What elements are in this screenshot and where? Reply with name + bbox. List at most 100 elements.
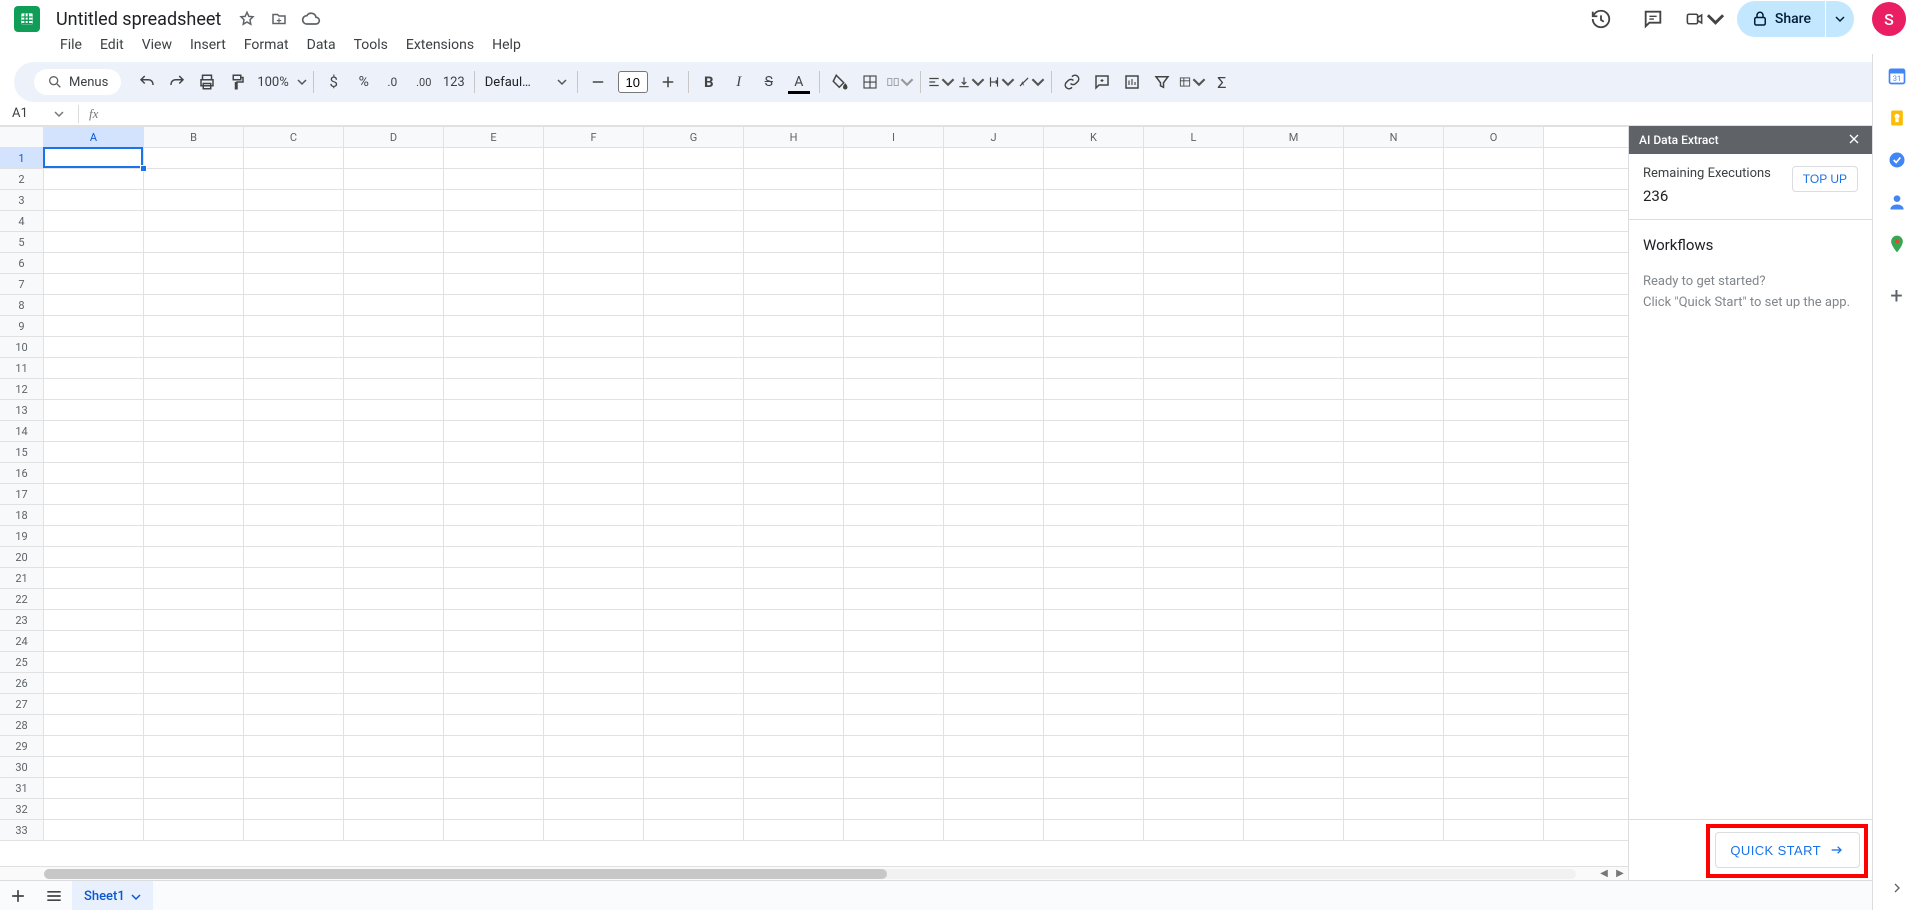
cell[interactable]: [144, 211, 244, 231]
cell[interactable]: [1044, 463, 1144, 483]
cell[interactable]: [244, 400, 344, 420]
cell[interactable]: [944, 547, 1044, 567]
cell[interactable]: [844, 169, 944, 189]
cell[interactable]: [344, 337, 444, 357]
cell[interactable]: [444, 505, 544, 525]
cell[interactable]: [444, 631, 544, 651]
cell[interactable]: [1444, 316, 1544, 336]
cell[interactable]: [1444, 505, 1544, 525]
cell[interactable]: [444, 421, 544, 441]
cell[interactable]: [44, 652, 144, 672]
cell[interactable]: [1044, 526, 1144, 546]
cell[interactable]: [644, 526, 744, 546]
share-dropdown[interactable]: [1826, 1, 1854, 37]
cell[interactable]: [444, 400, 544, 420]
cell[interactable]: [544, 799, 644, 819]
cell[interactable]: [1444, 232, 1544, 252]
cell[interactable]: [1344, 736, 1444, 756]
cell[interactable]: [1244, 169, 1344, 189]
cell[interactable]: [1144, 463, 1244, 483]
cell[interactable]: [844, 379, 944, 399]
cell[interactable]: [144, 589, 244, 609]
cell[interactable]: [44, 526, 144, 546]
cell[interactable]: [444, 232, 544, 252]
formula-input[interactable]: [102, 106, 1920, 121]
cell[interactable]: [1444, 757, 1544, 777]
cell[interactable]: [1344, 757, 1444, 777]
row-header[interactable]: 3: [0, 190, 44, 210]
cell[interactable]: [644, 337, 744, 357]
cell[interactable]: [744, 337, 844, 357]
comment-button[interactable]: [1088, 68, 1116, 96]
row-header[interactable]: 12: [0, 379, 44, 399]
font-size-input[interactable]: [618, 71, 648, 93]
row-header[interactable]: 5: [0, 232, 44, 252]
cell[interactable]: [644, 190, 744, 210]
cell[interactable]: [644, 757, 744, 777]
cell[interactable]: [44, 232, 144, 252]
cell[interactable]: [1044, 610, 1144, 630]
cell[interactable]: [1444, 568, 1544, 588]
cell[interactable]: [44, 274, 144, 294]
rotate-button[interactable]: A: [1017, 68, 1045, 96]
cloud-icon[interactable]: [301, 9, 321, 29]
cell[interactable]: [1344, 799, 1444, 819]
cell[interactable]: [644, 316, 744, 336]
cell[interactable]: [544, 379, 644, 399]
scroll-left-button[interactable]: ◀: [1596, 868, 1612, 879]
cell[interactable]: [1244, 778, 1344, 798]
cell[interactable]: [1144, 358, 1244, 378]
row-header[interactable]: 20: [0, 547, 44, 567]
cell[interactable]: [244, 694, 344, 714]
cell[interactable]: [1044, 316, 1144, 336]
cell[interactable]: [1144, 337, 1244, 357]
cell[interactable]: [1244, 526, 1344, 546]
cell[interactable]: [1444, 421, 1544, 441]
cell[interactable]: [1244, 337, 1344, 357]
name-box[interactable]: A1: [8, 106, 72, 121]
cell[interactable]: [1144, 232, 1244, 252]
cell[interactable]: [144, 421, 244, 441]
cell[interactable]: [44, 778, 144, 798]
col-header-D[interactable]: D: [344, 127, 444, 147]
cell[interactable]: [1244, 295, 1344, 315]
cell[interactable]: [844, 337, 944, 357]
cell[interactable]: [1144, 820, 1244, 840]
print-button[interactable]: [193, 68, 221, 96]
cell[interactable]: [644, 820, 744, 840]
cell[interactable]: [144, 526, 244, 546]
cell[interactable]: [744, 778, 844, 798]
cell[interactable]: [1344, 253, 1444, 273]
cell[interactable]: [944, 778, 1044, 798]
cell[interactable]: [1044, 211, 1144, 231]
cell[interactable]: [44, 463, 144, 483]
cell[interactable]: [1444, 547, 1544, 567]
cell[interactable]: [1344, 337, 1444, 357]
cell[interactable]: [344, 316, 444, 336]
cell[interactable]: [44, 190, 144, 210]
row-header[interactable]: 24: [0, 631, 44, 651]
row-header[interactable]: 21: [0, 568, 44, 588]
cell[interactable]: [944, 568, 1044, 588]
cell[interactable]: [1344, 358, 1444, 378]
cell[interactable]: [844, 694, 944, 714]
cell[interactable]: [444, 274, 544, 294]
col-header-F[interactable]: F: [544, 127, 644, 147]
italic-button[interactable]: I: [725, 68, 753, 96]
cell[interactable]: [244, 169, 344, 189]
close-panel-button[interactable]: [1846, 131, 1862, 150]
cell[interactable]: [944, 295, 1044, 315]
cell[interactable]: [844, 148, 944, 168]
cell[interactable]: [444, 337, 544, 357]
cell[interactable]: [844, 757, 944, 777]
cell[interactable]: [1444, 589, 1544, 609]
cell[interactable]: [1244, 547, 1344, 567]
cell[interactable]: [244, 358, 344, 378]
cell[interactable]: [44, 631, 144, 651]
cell[interactable]: [1244, 148, 1344, 168]
cell[interactable]: [44, 757, 144, 777]
cell[interactable]: [544, 211, 644, 231]
cell[interactable]: [444, 736, 544, 756]
row-header[interactable]: 30: [0, 757, 44, 777]
cell[interactable]: [544, 778, 644, 798]
